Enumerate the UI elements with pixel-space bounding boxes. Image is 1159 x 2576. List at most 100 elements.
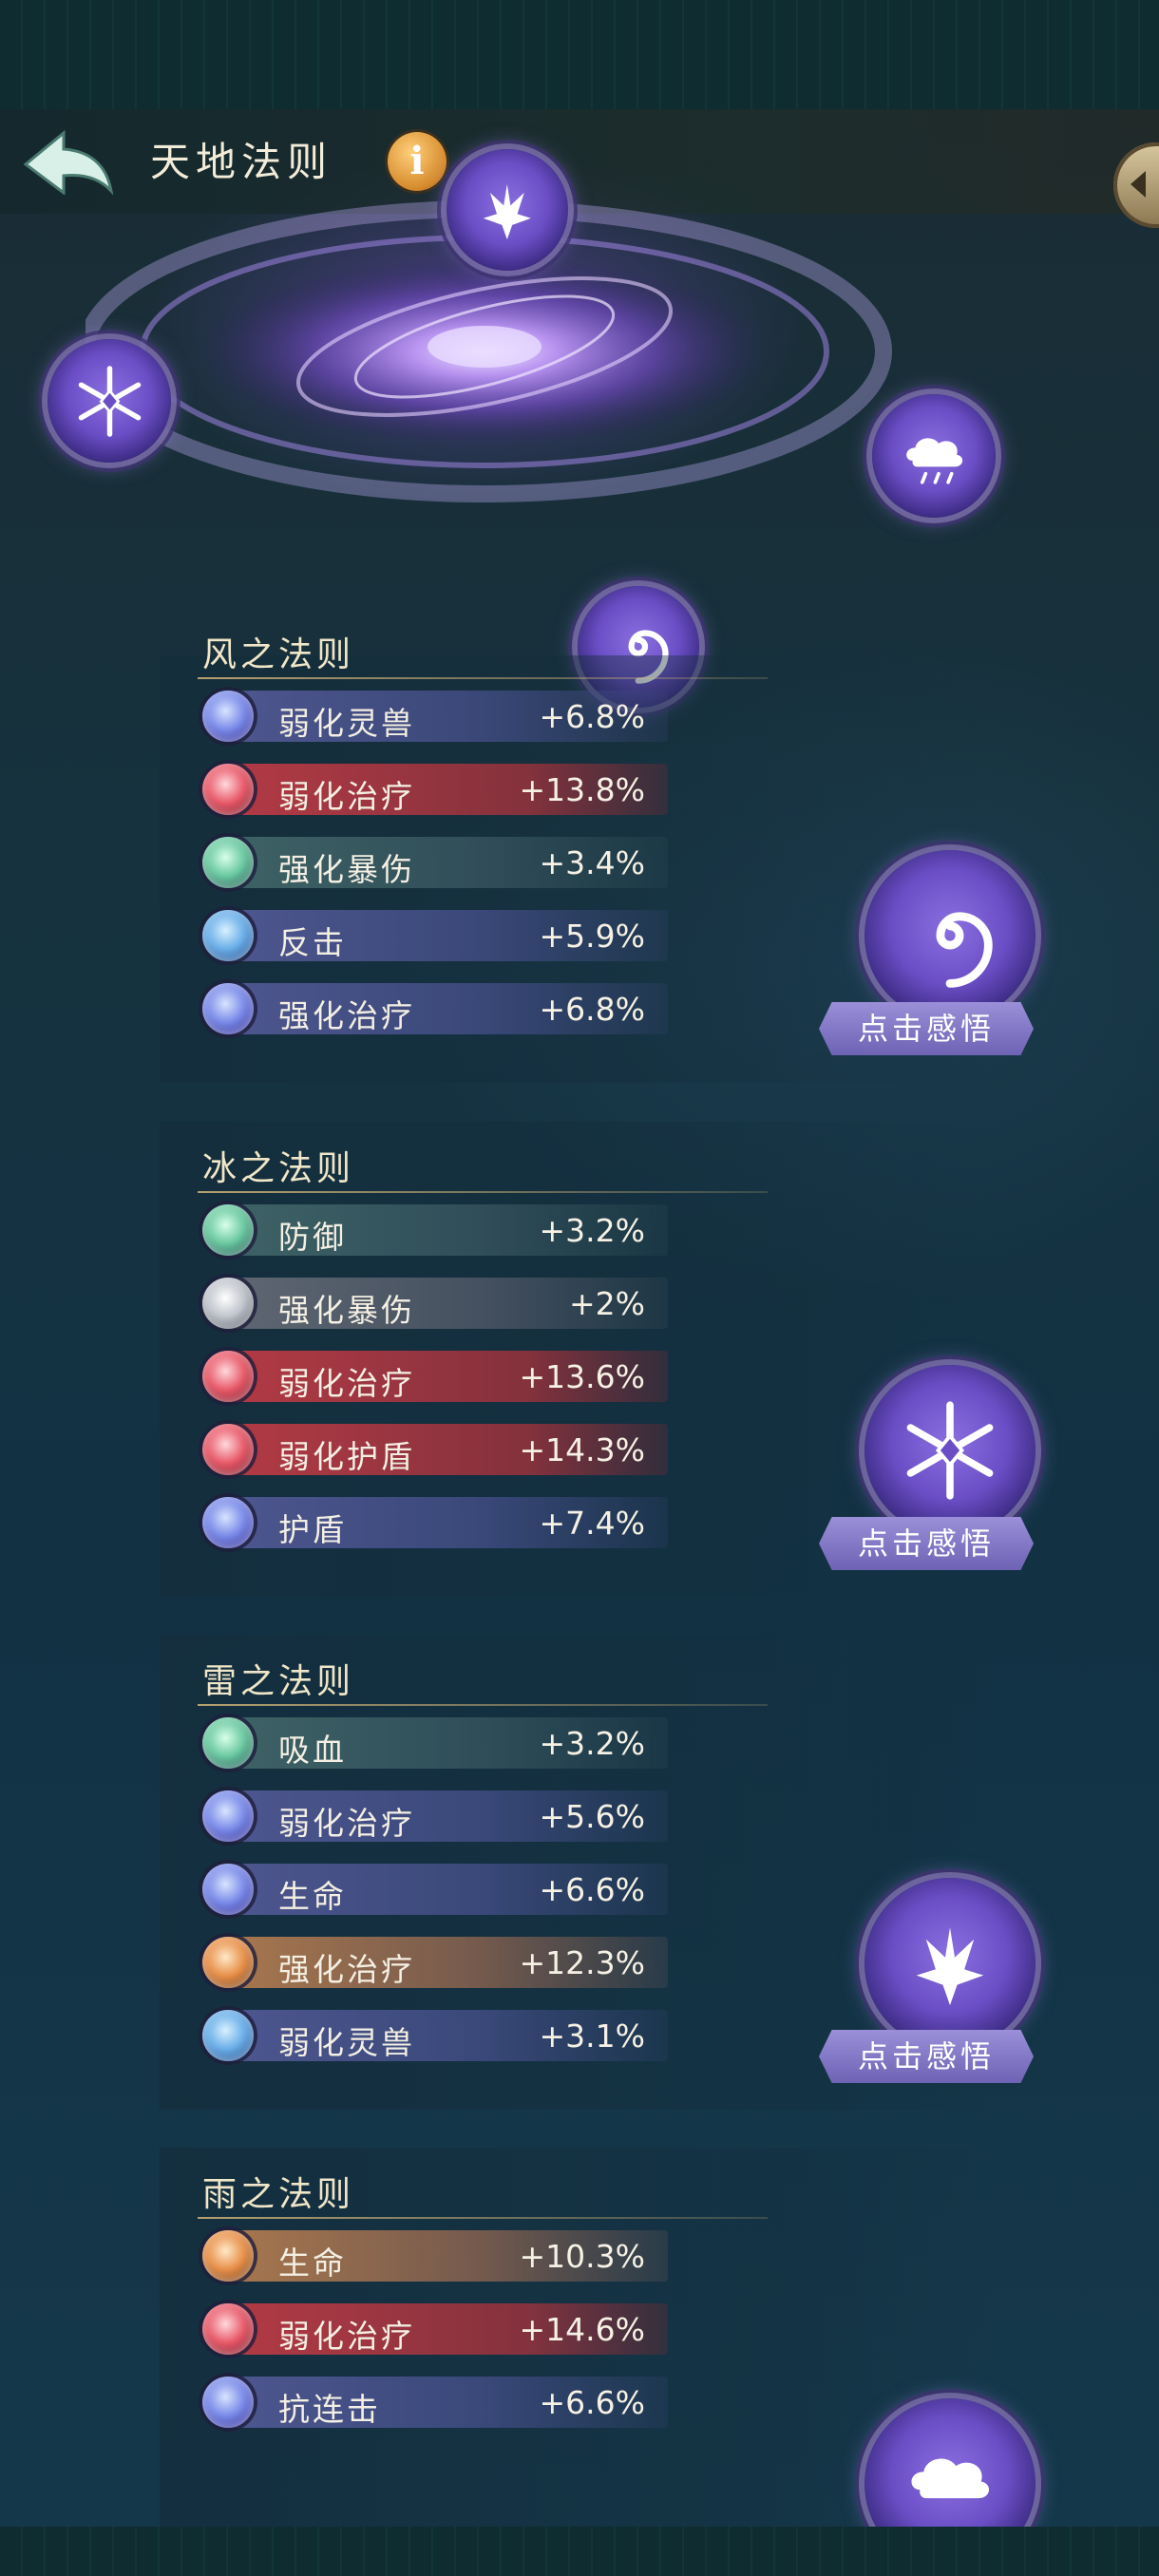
stat-value: +6.8% [539,698,646,735]
comprehend-label: 点击感悟 [819,1517,1034,1570]
stat-value: +5.6% [539,1798,646,1835]
gem-icon [202,2230,254,2282]
stat-row: 生命 +6.6% [202,1864,668,1915]
stat-name: 弱化治疗 [278,1805,415,1842]
stat-value: +12.3% [519,1944,645,1981]
cloud-rain-icon [911,2458,990,2499]
snowflake-icon [906,1401,994,1500]
comprehend-label: 点击感悟 [819,1002,1034,1055]
stat-name: 弱化护盾 [278,1438,415,1475]
galaxy-orb-rain[interactable] [872,394,996,518]
stat-value: +3.2% [539,1725,646,1762]
gem-icon [202,1278,254,1329]
game-screen: 天地法则 i 风之法则 弱化灵兽 +6.8% 弱化治疗 +13.8% 强化暴伤 +3.… [0,109,1159,2527]
stat-value: +6.8% [539,991,646,1028]
snowflake-icon [78,365,141,437]
stat-row: 弱化护盾 +14.3% [202,1424,668,1475]
stat-value: +3.4% [539,844,646,881]
stat-row: 弱化治疗 +13.6% [202,1351,668,1402]
gem-icon [202,1864,254,1915]
galaxy-orb-ice[interactable] [48,339,171,463]
law-title: 冰之法则 [202,1149,355,1188]
wind-orb [864,850,1036,1021]
thunder-icon [483,184,532,240]
stat-row: 强化暴伤 +3.4% [202,837,668,888]
stat-row: 防御 +3.2% [202,1204,668,1256]
law-title: 雷之法则 [202,1662,355,1701]
stat-name: 反击 [278,924,347,961]
comprehend-wind-button[interactable]: 点击感悟 [819,850,1036,1069]
gem-icon [202,1351,254,1402]
cloud-rain-icon [905,437,962,484]
navigation-bar [0,2527,1159,2576]
gem-icon [202,1717,254,1769]
stat-row: 弱化治疗 +14.6% [202,2303,668,2355]
stat-value: +6.6% [539,1871,646,1908]
stat-name: 弱化治疗 [278,778,415,815]
stat-row: 弱化治疗 +5.6% [202,1790,668,1842]
stat-value: +7.4% [539,1505,646,1542]
back-button[interactable] [21,128,116,196]
stat-name: 强化治疗 [278,1951,415,1988]
stat-row: 抗连击 +6.6% [202,2377,668,2428]
ice-orb [864,1365,1036,1536]
divider [198,2217,768,2219]
gem-icon [202,691,254,742]
stat-value: +2% [568,1285,645,1322]
stat-value: +14.6% [519,2311,645,2348]
stat-name: 弱化灵兽 [278,2024,415,2061]
gem-icon [202,2303,254,2355]
stat-name: 抗连击 [278,2391,381,2428]
thunder-orb [864,1878,1036,2049]
stat-value: +10.3% [519,2238,645,2275]
divider [198,1191,768,1193]
gem-icon [202,837,254,888]
gem-icon [202,2010,254,2061]
galaxy-orb-thunder[interactable] [446,149,568,271]
gem-icon [202,1937,254,1988]
stat-name: 弱化治疗 [278,1365,415,1402]
stat-row: 弱化灵兽 +6.8% [202,691,668,742]
stat-name: 弱化灵兽 [278,705,415,742]
gem-icon [202,1790,254,1842]
gem-icon [202,983,254,1034]
stat-name: 吸血 [278,1732,347,1769]
comprehend-ice-button[interactable]: 点击感悟 [819,1365,1036,1583]
stat-name: 强化暴伤 [278,851,415,888]
comprehend-label: 点击感悟 [819,2030,1034,2083]
stat-name: 强化治疗 [278,997,415,1034]
stat-row: 弱化治疗 +13.8% [202,764,668,815]
stat-value: +13.6% [519,1358,645,1395]
page-title: 天地法则 [150,139,333,185]
stat-row: 反击 +5.9% [202,910,668,961]
stat-name: 强化暴伤 [278,1292,415,1329]
stat-name: 护盾 [278,1511,347,1548]
swirl-icon [936,912,993,988]
gem-icon [202,1497,254,1548]
stat-row: 吸血 +3.2% [202,1717,668,1769]
stat-row: 生命 +10.3% [202,2230,668,2282]
stat-name: 生命 [278,2245,347,2282]
stat-value: +5.9% [539,918,646,955]
stat-name: 弱化治疗 [278,2318,415,2355]
gem-icon [202,1424,254,1475]
divider [198,677,768,679]
gem-icon [202,764,254,815]
gem-icon [202,910,254,961]
stat-row: 强化治疗 +6.8% [202,983,668,1034]
law-title: 雨之法则 [202,2175,355,2214]
comprehend-thunder-button[interactable]: 点击感悟 [819,1878,1036,2096]
stat-row: 强化暴伤 +2% [202,1278,668,1329]
stat-name: 防御 [278,1219,347,1256]
back-arrow-icon [23,129,114,196]
law-title: 风之法则 [202,635,355,674]
stat-value: +3.1% [539,2017,646,2055]
status-bar [0,0,1159,109]
stat-row: 强化治疗 +12.3% [202,1937,668,1988]
stat-value: +13.8% [519,771,645,808]
thunder-icon [916,1927,984,2006]
stat-value: +14.3% [519,1431,645,1468]
info-button[interactable]: i [388,132,446,191]
divider [198,1704,768,1706]
gem-icon [202,2377,254,2428]
